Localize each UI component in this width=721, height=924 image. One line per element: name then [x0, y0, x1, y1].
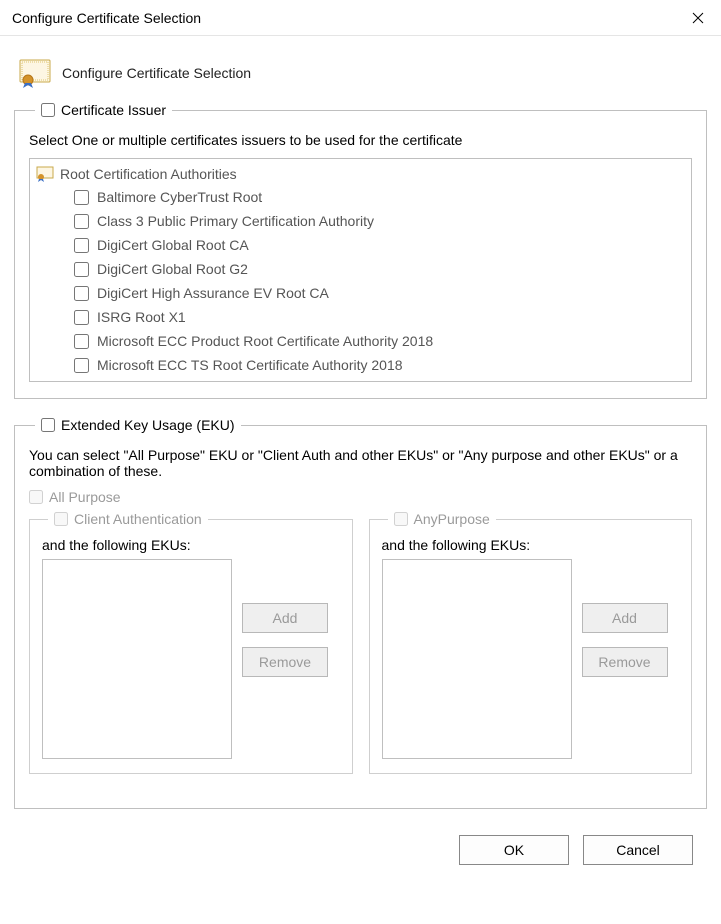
certificate-issuer-checkbox[interactable] [41, 103, 55, 117]
any-purpose-add-button: Add [582, 603, 668, 633]
tree-item[interactable]: Microsoft ECC TS Root Certificate Author… [74, 353, 687, 377]
all-purpose-checkbox [29, 490, 43, 504]
any-purpose-remove-button: Remove [582, 647, 668, 677]
ok-button[interactable]: OK [459, 835, 569, 865]
client-auth-listbox[interactable] [42, 559, 232, 759]
tree-item[interactable]: Microsoft ECC Product Root Certificate A… [74, 329, 687, 353]
client-auth-checkbox [54, 512, 68, 526]
tree-item-checkbox[interactable] [74, 358, 89, 373]
tree-root[interactable]: Root Certification Authorities [36, 165, 687, 183]
tree-item-checkbox[interactable] [74, 238, 89, 253]
issuer-description: Select One or multiple certificates issu… [29, 132, 692, 148]
any-purpose-sublabel: and the following EKUs: [382, 537, 680, 553]
client-auth-legend: Client Authentication [74, 511, 202, 527]
tree-item[interactable]: ISRG Root X1 [74, 305, 687, 329]
close-button[interactable] [675, 0, 721, 36]
tree-item-checkbox[interactable] [74, 190, 89, 205]
tree-item[interactable]: Baltimore CyberTrust Root [74, 185, 687, 209]
client-auth-remove-button: Remove [242, 647, 328, 677]
tree-item-label: Microsoft ECC TS Root Certificate Author… [97, 353, 403, 377]
eku-legend: Extended Key Usage (EKU) [61, 417, 235, 433]
titlebar: Configure Certificate Selection [0, 0, 721, 36]
tree-item-checkbox[interactable] [74, 262, 89, 277]
client-auth-group: Client Authentication and the following … [29, 511, 353, 774]
tree-item-checkbox[interactable] [74, 334, 89, 349]
dialog-header: Configure Certificate Selection [18, 58, 707, 88]
client-auth-add-button: Add [242, 603, 328, 633]
tree-item-label: DigiCert Global Root CA [97, 233, 249, 257]
tree-item-checkbox[interactable] [74, 214, 89, 229]
any-purpose-legend: AnyPurpose [414, 511, 490, 527]
tree-item[interactable]: Class 3 Public Primary Certification Aut… [74, 209, 687, 233]
tree-item-label: Class 3 Public Primary Certification Aut… [97, 209, 374, 233]
any-purpose-group: AnyPurpose and the following EKUs: Add R… [369, 511, 693, 774]
eku-group: Extended Key Usage (EKU) You can select … [14, 417, 707, 809]
cancel-button[interactable]: Cancel [583, 835, 693, 865]
tree-item[interactable]: DigiCert High Assurance EV Root CA [74, 281, 687, 305]
certificate-icon [36, 165, 54, 183]
tree-root-label: Root Certification Authorities [60, 166, 237, 182]
tree-item-checkbox[interactable] [74, 286, 89, 301]
tree-item[interactable]: DigiCert Global Root CA [74, 233, 687, 257]
issuer-tree[interactable]: Root Certification Authorities Baltimore… [29, 158, 692, 382]
tree-item[interactable]: DigiCert Global Root G2 [74, 257, 687, 281]
tree-item-checkbox[interactable] [74, 310, 89, 325]
certificate-icon [18, 58, 52, 88]
eku-checkbox[interactable] [41, 418, 55, 432]
window-title: Configure Certificate Selection [12, 10, 201, 26]
certificate-issuer-legend: Certificate Issuer [61, 102, 166, 118]
tree-item-label: DigiCert Global Root G2 [97, 257, 248, 281]
any-purpose-listbox[interactable] [382, 559, 572, 759]
tree-item-label: ISRG Root X1 [97, 305, 186, 329]
client-auth-sublabel: and the following EKUs: [42, 537, 340, 553]
any-purpose-checkbox [394, 512, 408, 526]
tree-item-label: Baltimore CyberTrust Root [97, 185, 262, 209]
all-purpose-row: All Purpose [29, 489, 692, 505]
close-icon [692, 12, 704, 24]
tree-item-label: DigiCert High Assurance EV Root CA [97, 281, 329, 305]
certificate-issuer-group: Certificate Issuer Select One or multipl… [14, 102, 707, 399]
all-purpose-label: All Purpose [49, 489, 121, 505]
tree-item-label: Microsoft ECC Product Root Certificate A… [97, 329, 433, 353]
dialog-heading: Configure Certificate Selection [62, 65, 251, 81]
eku-description: You can select "All Purpose" EKU or "Cli… [29, 447, 692, 479]
